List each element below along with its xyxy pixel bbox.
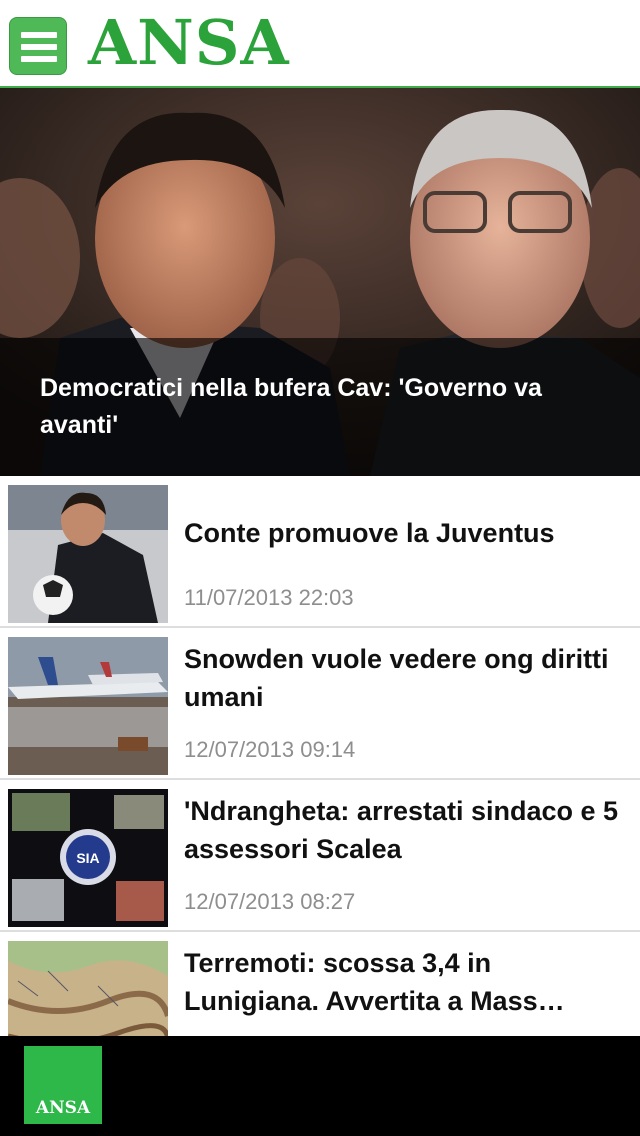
article-thumbnail bbox=[8, 637, 168, 775]
svg-text:SIA: SIA bbox=[76, 850, 99, 866]
article-item[interactable]: SIA 'Ndrangheta: arrestati sindaco e 5 a… bbox=[0, 780, 640, 932]
article-item[interactable]: Conte promuove la Juventus 11/07/2013 22… bbox=[0, 476, 640, 628]
article-title[interactable]: 'Ndrangheta: arrestati sindaco e 5 asses… bbox=[184, 792, 624, 868]
article-title[interactable]: Terremoti: scossa 3,4 in Lunigiana. Avve… bbox=[184, 944, 624, 1020]
article-date: 12/07/2013 08:27 bbox=[184, 889, 356, 914]
article-item[interactable]: Snowden vuole vedere ong diritti umani 1… bbox=[0, 628, 640, 780]
hero-story[interactable]: Democratici nella bufera Cav: 'Governo v… bbox=[0, 88, 640, 476]
ansa-tab-label: ANSA bbox=[35, 1098, 91, 1118]
article-thumbnail: SIA bbox=[8, 789, 168, 927]
ansa-tab-button[interactable]: ANSA bbox=[24, 1046, 102, 1124]
article-thumbnail bbox=[8, 485, 168, 623]
hamburger-menu-icon[interactable] bbox=[9, 17, 67, 75]
bottom-bar: ANSA bbox=[0, 1036, 640, 1136]
article-title[interactable]: Snowden vuole vedere ong diritti umani bbox=[184, 640, 624, 716]
app-header: ANSA bbox=[0, 0, 640, 88]
hero-headline[interactable]: Democratici nella bufera Cav: 'Governo v… bbox=[40, 370, 600, 444]
ansa-logo[interactable]: ANSA bbox=[88, 8, 290, 78]
article-date: 12/07/2013 09:14 bbox=[184, 737, 356, 762]
article-date: 11/07/2013 22:03 bbox=[184, 585, 354, 610]
article-title[interactable]: Conte promuove la Juventus bbox=[184, 514, 624, 552]
